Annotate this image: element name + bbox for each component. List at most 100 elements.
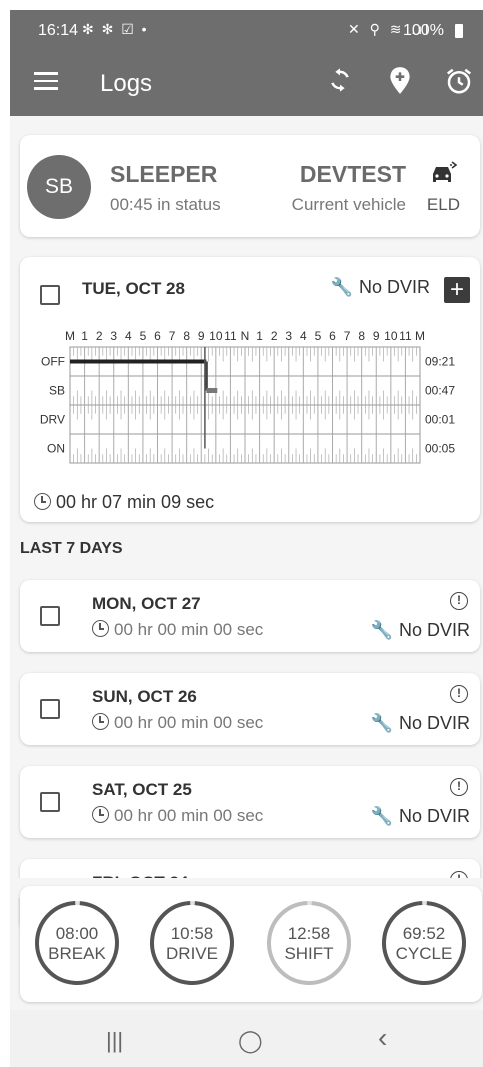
- recent-apps-button[interactable]: |||: [106, 1028, 123, 1054]
- day-card[interactable]: SUN, OCT 26 00 hr 00 min 00 sec ! 🔧 No DV…: [20, 673, 480, 745]
- warning-icon[interactable]: !: [450, 778, 468, 796]
- hour-label: 4: [125, 329, 132, 343]
- timer-label: SHIFT: [284, 944, 334, 963]
- back-button[interactable]: ‹: [378, 1022, 387, 1054]
- day-card[interactable]: SAT, OCT 25 00 hr 00 min 00 sec ! 🔧 No DV…: [20, 766, 480, 838]
- today-checkbox[interactable]: [40, 285, 60, 305]
- eld-connected-icon[interactable]: [430, 160, 458, 186]
- hour-label: 4: [300, 329, 307, 343]
- row-total: 00:01: [425, 413, 455, 427]
- warning-icon[interactable]: !: [450, 685, 468, 703]
- hour-label: N: [241, 329, 250, 343]
- day-dvir-status[interactable]: 🔧 No DVIR: [371, 806, 470, 827]
- timer-label: CYCLE: [395, 944, 453, 963]
- timer-value: 08:00: [55, 924, 99, 943]
- day-dvir-status[interactable]: 🔧 No DVIR: [371, 620, 470, 641]
- system-nav-bar: ||| ◯ ‹: [10, 1010, 483, 1067]
- hour-label: 5: [315, 329, 322, 343]
- day-checkbox[interactable]: [40, 792, 60, 812]
- hour-label: 11: [224, 329, 237, 343]
- clock-icon: [92, 713, 109, 730]
- day-dvir-status[interactable]: 🔧 No DVIR: [371, 713, 470, 734]
- page-title: Logs: [100, 70, 153, 97]
- add-dvir-button[interactable]: +: [444, 277, 470, 303]
- hos-timers-card[interactable]: 08:00 BREAK 10:58 DRIVE 12:58 SHIFT 69:52 CY…: [20, 886, 482, 1002]
- wrench-icon: 🔧: [370, 806, 393, 826]
- hour-label: 9: [373, 329, 380, 343]
- hour-label: 10: [384, 329, 398, 343]
- row-label: DRV: [40, 413, 65, 427]
- location-add-icon[interactable]: [384, 66, 416, 98]
- hour-label: M: [415, 329, 425, 343]
- hour-label: 6: [329, 329, 336, 343]
- row-label: ON: [47, 442, 65, 456]
- today-total-time: 00 hr 07 min 09 sec: [34, 492, 214, 513]
- hour-label: 8: [183, 329, 190, 343]
- menu-icon[interactable]: [34, 72, 58, 92]
- hour-label: 9: [198, 329, 205, 343]
- sync-icon[interactable]: [324, 66, 356, 98]
- hour-label: 2: [96, 329, 103, 343]
- home-button[interactable]: ◯: [238, 1028, 263, 1054]
- status-bar: 16:14 ✻ ✻ ☑ • ✕ ⚲ ≋ .ıl 100%: [10, 10, 483, 50]
- drive-timer[interactable]: 10:58 DRIVE: [149, 900, 235, 986]
- cycle-timer[interactable]: 69:52 CYCLE: [381, 900, 467, 986]
- day-date: SAT, OCT 25: [92, 780, 192, 799]
- break-timer[interactable]: 08:00 BREAK: [34, 900, 120, 986]
- hour-label: 11: [399, 329, 412, 343]
- day-time-value: 00 hr 00 min 00 sec: [114, 620, 264, 639]
- day-time-value: 00 hr 00 min 00 sec: [114, 806, 264, 825]
- vehicle-name: DEVTEST: [299, 161, 406, 187]
- hour-label: 10: [209, 329, 223, 343]
- hos-log-grid: M 1 2 3 4 5 6 7 8 9 10 11 N 1 2 3 4 5 6 7 8 9 10 11 MOFF 09:21SB 0…: [40, 329, 455, 464]
- day-checkbox[interactable]: [40, 699, 60, 719]
- notification-icons: ✻ ✻ ☑ •: [82, 21, 149, 37]
- hour-label: 3: [110, 329, 117, 343]
- day-dvir-label: No DVIR: [398, 620, 470, 640]
- status-avatar: SB: [27, 155, 91, 219]
- current-status-card[interactable]: SB SLEEPER 00:45 in status DEVTEST Curre…: [20, 135, 480, 237]
- row-label: SB: [49, 384, 65, 398]
- row-label: OFF: [41, 355, 65, 369]
- day-total-time: 00 hr 00 min 00 sec: [92, 806, 263, 826]
- today-log-card[interactable]: TUE, OCT 28 🔧 No DVIR + M 1 2 3 4 5 6 7 8 9 10 11 N 1 2…: [20, 257, 480, 522]
- hour-label: 8: [358, 329, 365, 343]
- wrench-icon: 🔧: [370, 620, 393, 640]
- today-dvir-label: No DVIR: [358, 277, 430, 297]
- alarm-icon[interactable]: [443, 66, 475, 98]
- status-duration: 00:45 in status: [110, 195, 221, 214]
- battery-level: 100%: [403, 22, 444, 39]
- hour-label: 7: [344, 329, 351, 343]
- vehicle-label: Current vehicle: [291, 195, 406, 214]
- eld-label: ELD: [426, 195, 460, 214]
- clock-icon: [34, 493, 51, 510]
- day-total-time: 00 hr 00 min 00 sec: [92, 713, 263, 733]
- row-total: 00:47: [425, 384, 455, 398]
- warning-icon[interactable]: !: [450, 592, 468, 610]
- timer-value: 69:52: [402, 924, 446, 943]
- timer-label: BREAK: [48, 944, 106, 963]
- clock-icon: [92, 620, 109, 637]
- timer-value: 12:58: [287, 924, 331, 943]
- today-dvir-status[interactable]: 🔧 No DVIR: [331, 277, 430, 298]
- day-dvir-label: No DVIR: [398, 713, 470, 733]
- wrench-icon: 🔧: [370, 713, 393, 733]
- hour-label: 3: [285, 329, 292, 343]
- hour-label: 5: [140, 329, 147, 343]
- wrench-icon: 🔧: [330, 277, 353, 297]
- hour-label: 6: [154, 329, 161, 343]
- today-total-value: 00 hr 07 min 09 sec: [56, 492, 215, 512]
- hour-label: 7: [169, 329, 176, 343]
- phone-screen: 16:14 ✻ ✻ ☑ • ✕ ⚲ ≋ .ıl 100% Logs SB SLE…: [10, 10, 483, 1067]
- row-total: 00:05: [425, 442, 455, 456]
- day-date: SUN, OCT 26: [92, 687, 197, 706]
- day-time-value: 00 hr 00 min 00 sec: [114, 713, 264, 732]
- row-total: 09:21: [425, 355, 455, 369]
- app-bar: Logs: [10, 50, 483, 116]
- day-card[interactable]: MON, OCT 27 00 hr 00 min 00 sec ! 🔧 No DV…: [20, 580, 480, 652]
- status-time: 16:14: [38, 22, 79, 39]
- hour-label: 2: [271, 329, 278, 343]
- day-checkbox[interactable]: [40, 606, 60, 626]
- timer-value: 10:58: [170, 924, 214, 943]
- shift-timer[interactable]: 12:58 SHIFT: [266, 900, 352, 986]
